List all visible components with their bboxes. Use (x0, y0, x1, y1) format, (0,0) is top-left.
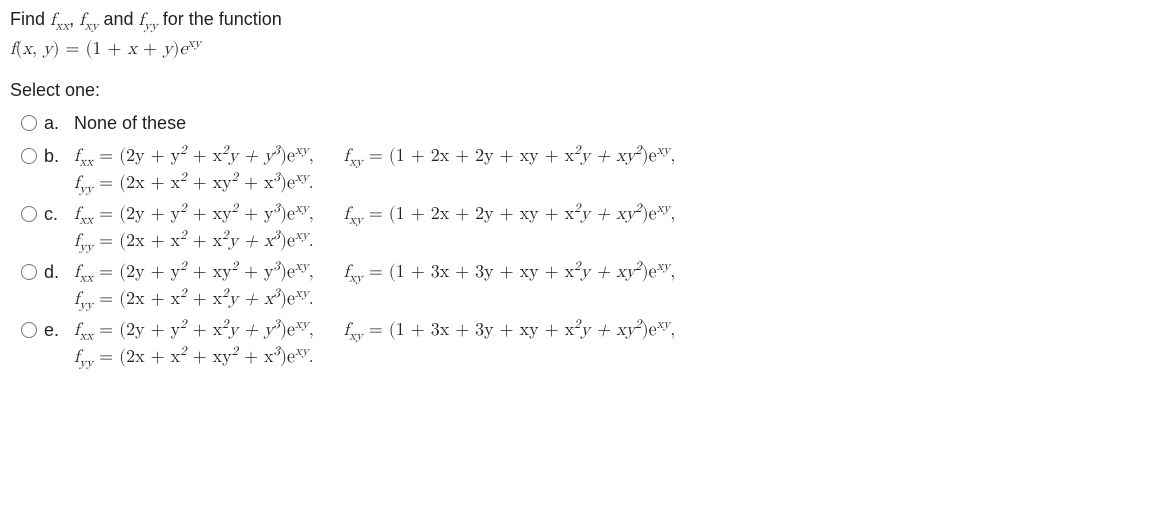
option-c-radio[interactable] (21, 206, 37, 222)
select-one-label: Select one: (10, 77, 1143, 104)
option-c: c. fxx = (2y + y2 + xy2 + y3)exy, fxy = … (16, 199, 1143, 255)
option-e-body: fxx = (2y + y2 + x2y + y3)exy, fxy = (1 … (74, 315, 1143, 371)
option-e-letter: e. (44, 315, 74, 344)
option-d-letter: d. (44, 257, 74, 286)
option-c-letter: c. (44, 199, 74, 228)
function-definition: f(x, y) = (1 + x + y)exy (10, 36, 1143, 63)
option-b-body: fxx = (2y + y2 + x2y + y3)exy, fxy = (1 … (74, 141, 1143, 197)
option-a-letter: a. (44, 108, 74, 137)
option-d-radio[interactable] (21, 264, 37, 280)
option-a: a. None of these (16, 108, 1143, 139)
option-b-radio[interactable] (21, 148, 37, 164)
option-a-text: None of these (74, 108, 1143, 137)
question-prompt: Find fxx, fxy and fyy for the function (10, 6, 1143, 34)
prompt-text: Find (10, 9, 50, 29)
option-e-radio[interactable] (21, 322, 37, 338)
option-a-radio[interactable] (21, 115, 37, 131)
option-e: e. fxx = (2y + y2 + x2y + y3)exy, fxy = … (16, 315, 1143, 371)
options-group: a. None of these b. fxx = (2y + y2 + x2y… (10, 108, 1143, 371)
option-b-letter: b. (44, 141, 74, 170)
option-d-body: fxx = (2y + y2 + xy2 + y3)exy, fxy = (1 … (74, 257, 1143, 313)
option-b: b. fxx = (2y + y2 + x2y + y3)exy, fxy = … (16, 141, 1143, 197)
option-d: d. fxx = (2y + y2 + xy2 + y3)exy, fxy = … (16, 257, 1143, 313)
option-c-body: fxx = (2y + y2 + xy2 + y3)exy, fxy = (1 … (74, 199, 1143, 255)
